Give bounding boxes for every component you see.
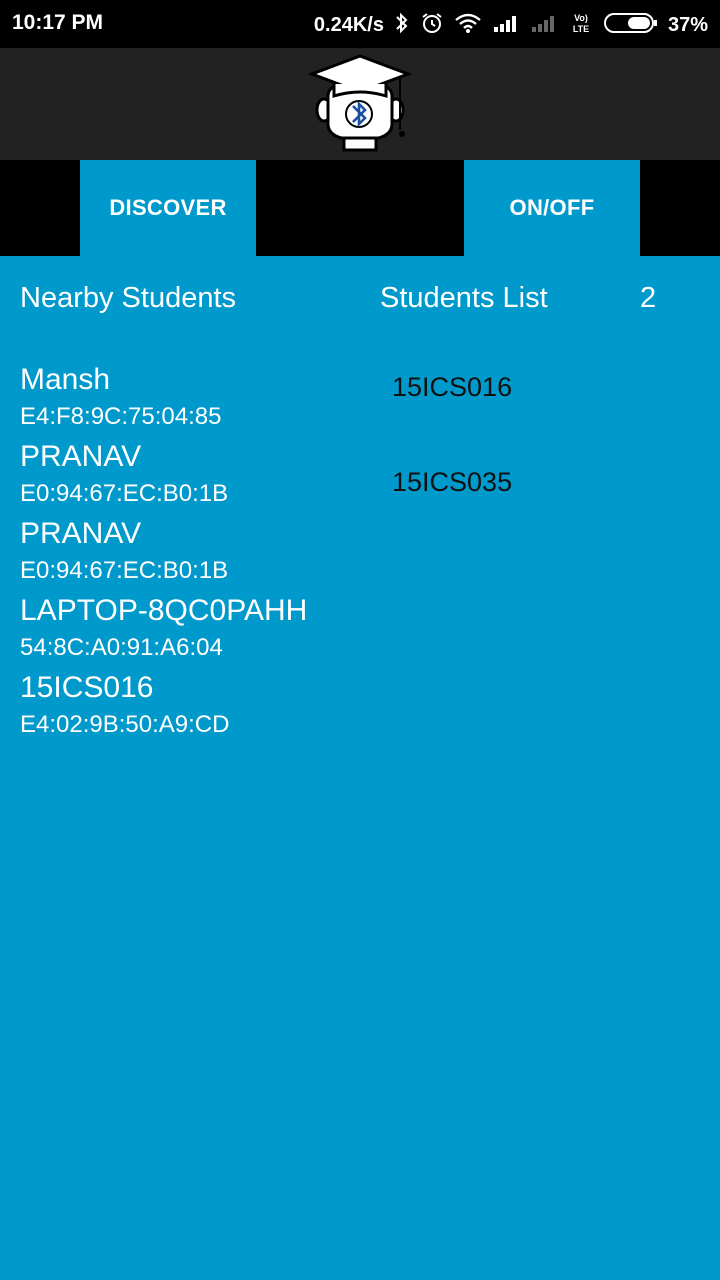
button-bar: DISCOVER ON/OFF: [0, 160, 720, 256]
status-bar: 10:17 PM 0.24K/s Vo) LTE 37%: [0, 0, 720, 48]
svg-text:Vo): Vo): [574, 13, 588, 23]
alarm-icon: [420, 11, 444, 40]
battery-icon: [603, 12, 658, 39]
status-time: 10:17 PM: [12, 11, 104, 34]
nearby-students-heading: Nearby Students: [20, 282, 237, 314]
signal-empty-icon: [530, 13, 558, 38]
students-count: 2: [640, 282, 657, 314]
on-off-button[interactable]: ON/OFF: [464, 160, 640, 256]
battery-percentage: 37%: [667, 13, 708, 36]
status-icons: 0.24K/s Vo) LTE 37%: [314, 11, 708, 39]
network-speed: 0.24K/s: [313, 13, 384, 36]
device-name: LAPTOP-8QC0PAHH: [20, 594, 308, 627]
device-list-item[interactable]: PRANAV E0:94:67:EC:B0:1B: [20, 439, 307, 516]
device-name: PRANAV: [20, 517, 142, 550]
student-list-item[interactable]: 15ICS035: [392, 463, 512, 558]
device-mac: 54:8C:A0:91:A6:04: [20, 634, 223, 661]
wifi-icon: [454, 12, 482, 39]
app-bar: [0, 48, 720, 160]
main-content: Nearby Students Students List 2 Mansh E4…: [0, 256, 720, 1280]
students-list: 15ICS016 15ICS035: [392, 368, 512, 558]
device-list-item[interactable]: PRANAV E0:94:67:EC:B0:1B: [20, 516, 307, 593]
device-mac: E0:94:67:EC:B0:1B: [20, 557, 229, 584]
svg-text:LTE: LTE: [573, 24, 589, 34]
nearby-devices-list: Mansh E4:F8:9C:75:04:85 PRANAV E0:94:67:…: [20, 362, 307, 747]
device-list-item[interactable]: LAPTOP-8QC0PAHH 54:8C:A0:91:A6:04: [20, 593, 307, 670]
bluetooth-icon: [394, 11, 410, 40]
device-list-item[interactable]: 15ICS016 E4:02:9B:50:A9:CD: [20, 670, 307, 747]
student-list-item[interactable]: 15ICS016: [392, 368, 512, 463]
device-mac: E0:94:67:EC:B0:1B: [20, 480, 229, 507]
device-name: Mansh: [20, 363, 111, 396]
device-name: 15ICS016: [20, 671, 154, 704]
device-list-item[interactable]: Mansh E4:F8:9C:75:04:85: [20, 362, 307, 439]
student-bluetooth-logo-icon: [307, 50, 413, 156]
students-list-heading: Students List: [380, 282, 548, 314]
discover-button[interactable]: DISCOVER: [80, 160, 256, 256]
device-mac: E4:F8:9C:75:04:85: [20, 403, 222, 430]
signal-icon: [492, 13, 520, 38]
device-mac: E4:02:9B:50:A9:CD: [20, 711, 230, 738]
device-name: PRANAV: [20, 440, 142, 473]
volte-icon: Vo) LTE: [568, 11, 594, 40]
